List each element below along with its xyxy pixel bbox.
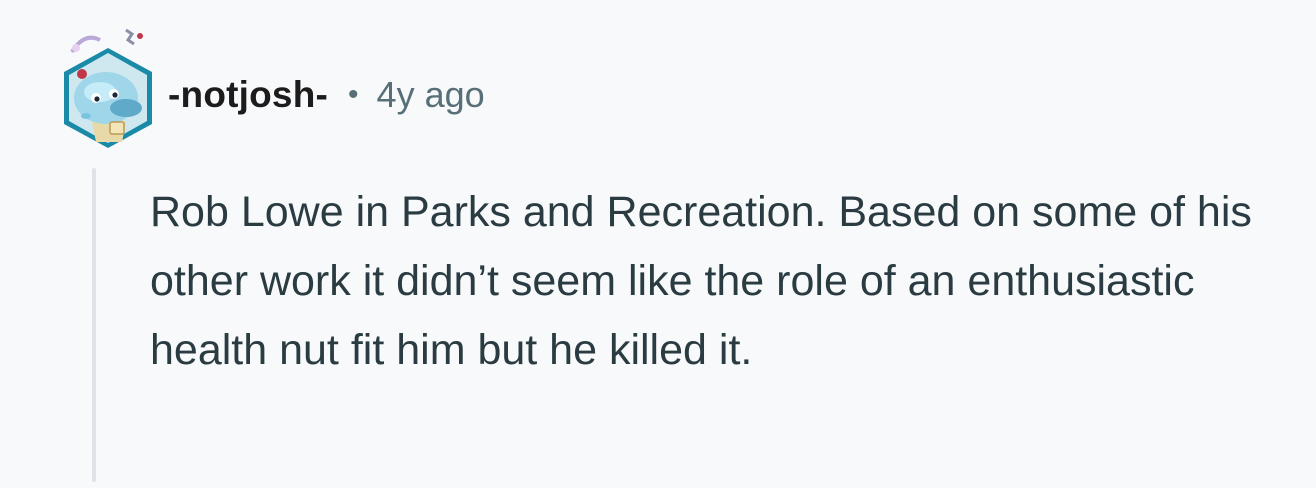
thread-collapse-line[interactable]: [92, 168, 96, 482]
comment-header: -notjosh- • 4y ago: [168, 70, 485, 120]
user-avatar[interactable]: [56, 26, 160, 150]
comment: -notjosh- • 4y ago Rob Lowe in Parks and…: [0, 0, 1316, 488]
meta-separator: •: [348, 78, 359, 111]
snoo-avatar-icon: [64, 28, 152, 148]
comment-body: Rob Lowe in Parks and Recreation. Based …: [150, 188, 1252, 374]
comment-timestamp[interactable]: 4y ago: [377, 74, 485, 116]
author-username[interactable]: -notjosh-: [168, 74, 328, 116]
